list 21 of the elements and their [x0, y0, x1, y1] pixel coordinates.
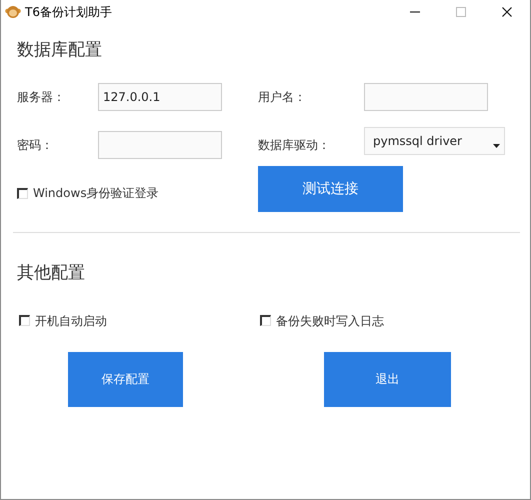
save-config-button[interactable]: 保存配置: [68, 352, 183, 407]
driver-select[interactable]: pymssql driver: [364, 127, 505, 156]
section-heading: 数据库配置: [17, 40, 103, 60]
field-label: 密码：: [17, 137, 54, 154]
field-label: 用户名：: [258, 89, 307, 106]
app-icon: [5, 5, 21, 19]
checkbox[interactable]: 备份失败时写入日志: [260, 312, 530, 330]
close-icon: [502, 7, 512, 17]
checkbox[interactable]: 开机自动启动: [19, 312, 258, 330]
text-field[interactable]: 127.0.0.1: [98, 83, 222, 112]
checkbox[interactable]: Windows身份验证登录: [17, 184, 159, 202]
field-label: 服务器：: [17, 89, 66, 106]
field-label: 数据库驱动：: [258, 137, 331, 154]
dropdown-arrow-icon: [493, 144, 500, 148]
exit-button[interactable]: 退出: [324, 352, 451, 407]
test-connection-button[interactable]: 测试连接: [258, 166, 403, 212]
window-title: T6备份计划助手: [25, 4, 112, 21]
text-field[interactable]: [364, 83, 488, 112]
password-field[interactable]: [98, 131, 222, 160]
section-heading: 其他配置: [17, 263, 86, 284]
maximize-icon: [456, 7, 466, 17]
